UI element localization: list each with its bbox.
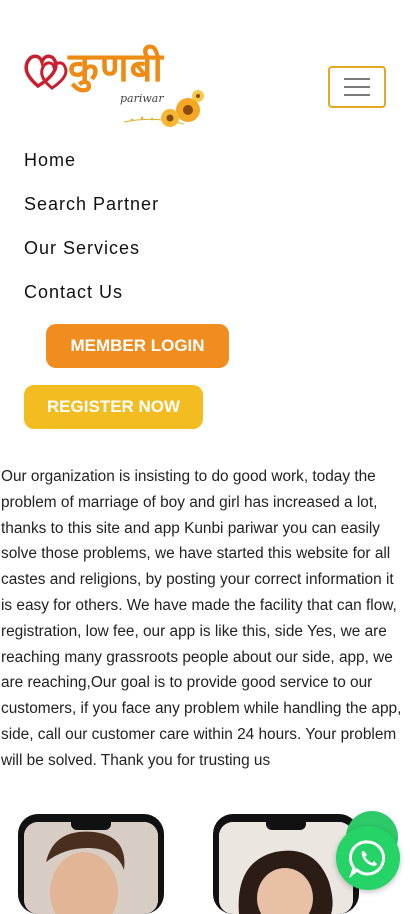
hamburger-menu-icon [344, 78, 370, 80]
whatsapp-button[interactable] [336, 826, 400, 890]
main-nav: Home Search Partner Our Services Contact… [24, 148, 159, 324]
register-now-button[interactable]: REGISTER NOW [24, 385, 203, 429]
menu-toggle-button[interactable] [328, 66, 386, 108]
brand-logo[interactable]: कुणबी pariwar [24, 40, 204, 132]
hamburger-menu-icon [344, 94, 370, 96]
phone-screen-man [24, 822, 158, 914]
man-portrait-image [24, 822, 158, 914]
about-paragraph: Our organization is insisting to do good… [1, 468, 402, 769]
flower-decoration-icon [124, 90, 204, 127]
logo-title: कुणबी [68, 44, 164, 91]
hamburger-menu-icon [344, 86, 370, 88]
member-login-button[interactable]: MEMBER LOGIN [46, 324, 229, 368]
whatsapp-icon [348, 840, 386, 878]
woman-portrait-image [219, 822, 353, 914]
phone-notch [266, 820, 306, 830]
phone-notch [71, 820, 111, 830]
nav-item-home[interactable]: Home [24, 148, 159, 192]
nav-item-search-partner[interactable]: Search Partner [24, 192, 159, 236]
phone-screen-woman [219, 822, 353, 914]
hearts-logo-icon [24, 54, 68, 90]
nav-item-contact-us[interactable]: Contact Us [24, 280, 159, 324]
nav-item-our-services[interactable]: Our Services [24, 236, 159, 280]
phone-mockup-left [18, 814, 164, 914]
